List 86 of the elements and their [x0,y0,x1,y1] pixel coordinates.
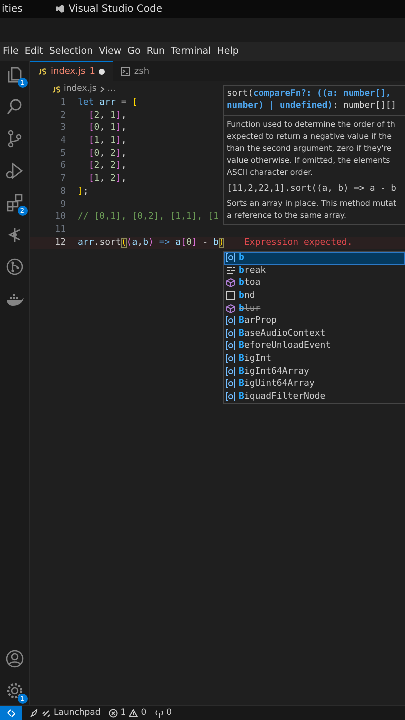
variable-icon [226,354,236,364]
breadcrumb-item[interactable]: ... [108,84,116,94]
code-line: [2, 1], [88,110,127,122]
activities-label[interactable]: ities [2,4,23,14]
lines-icon [226,266,236,276]
menu-item[interactable]: Terminal [171,46,212,57]
blocks-icon[interactable] [4,193,24,213]
suggestion-item[interactable]: break [224,264,405,278]
code-line: [1, 2], [88,173,127,186]
js-file-icon [38,68,47,75]
breadcrumb-item[interactable]: index.js [64,84,97,94]
cube-icon [226,278,236,288]
line-number: 4 [60,135,67,148]
cube-icon [226,304,236,314]
suggestion-item[interactable]: BarProp [224,314,405,328]
remote-icon [6,708,16,718]
account-icon[interactable] [4,649,24,669]
square-icon [226,291,236,302]
code-line: [0, 1], [88,122,127,136]
code-line: [2, 2], [88,160,127,174]
chevron-icon [100,86,105,92]
pull-request-icon[interactable] [4,257,24,277]
code-line: let arr = [ [78,97,138,110]
suggestion-item[interactable]: BigInt [224,352,405,366]
remote-button[interactable] [0,706,22,720]
search-icon[interactable] [4,97,24,117]
signature-text: sort(compareFn?: ((a: number[], [227,88,392,100]
line-number: 12 [54,236,67,250]
menu-item[interactable]: Run [146,46,166,57]
code-line: [1, 1], [88,135,127,148]
variable-icon [226,341,236,352]
link-icon[interactable] [42,708,51,718]
suggestion-item[interactable]: BigInt64Array [224,365,405,378]
error-count[interactable]: 1 [120,708,126,718]
menu-item[interactable]: Edit [24,46,44,57]
variable-icon [226,328,236,339]
signature-text: number) | undefined): number[][] [227,100,398,112]
code-line: ]; [78,186,89,198]
code-line: [0, 2], [88,148,127,160]
variable-icon [226,379,236,390]
menu-item[interactable]: Help [217,46,239,57]
menu-item[interactable]: Selection [49,46,94,57]
line-number: 1 [60,97,67,110]
line-number: 5 [60,148,67,160]
line-number: 11 [54,224,67,237]
antenna-icon[interactable] [154,708,164,718]
line-number: 7 [60,173,67,186]
line-number: 6 [60,160,67,174]
error-icon[interactable] [108,708,118,718]
line-number: 10 [54,211,67,224]
play-bug-icon[interactable] [4,161,24,181]
ports-count[interactable]: 0 [166,708,172,718]
warning-count[interactable]: 0 [141,708,147,718]
warning-icon[interactable] [129,708,138,718]
suggestion-item[interactable]: bnd [224,290,405,302]
line-number: 3 [60,122,67,136]
variable-icon [226,392,236,402]
inline-error: Expression expected. [244,236,353,250]
menu-item[interactable]: Go [128,46,141,57]
suggestion-item[interactable]: btoa [224,277,405,290]
menu-item[interactable]: File [3,46,19,57]
js-file-icon [52,86,61,92]
variable-icon [226,316,236,326]
line-number: 2 [60,110,67,122]
suggestion-item[interactable]: BigUint64Array [224,378,405,391]
code-example: [11,2,22,1].sort((a, b) => a - b [227,183,398,195]
line-number: 9 [60,198,67,212]
app-title: Visual Studio Code [68,4,163,14]
rocket-icon[interactable] [30,708,39,718]
variable-icon [226,366,236,377]
suggestion-item[interactable]: BeforeUnloadEvent [224,340,405,353]
suggestion-item[interactable]: BaseAudioContext [224,328,405,340]
menu-item[interactable]: View [99,46,122,57]
problem-count: 1 [90,66,96,76]
editor-tab[interactable]: index.js 1 [30,61,114,81]
terminal-icon [121,67,130,76]
code-line: // [0,1], [0,2], [1,1], [1 [78,211,219,224]
line-number: 8 [60,186,67,198]
settings-icon[interactable] [4,681,24,701]
suggestion-item[interactable]: b [224,252,405,265]
unsaved-dot [99,68,106,74]
editor-tab[interactable]: zsh [113,61,158,81]
launchpad-label[interactable]: Launchpad [54,708,101,718]
vscode-logo-icon [54,4,65,14]
variable-icon [226,253,236,264]
suggestion-item[interactable]: BiquadFilterNode [224,390,405,404]
